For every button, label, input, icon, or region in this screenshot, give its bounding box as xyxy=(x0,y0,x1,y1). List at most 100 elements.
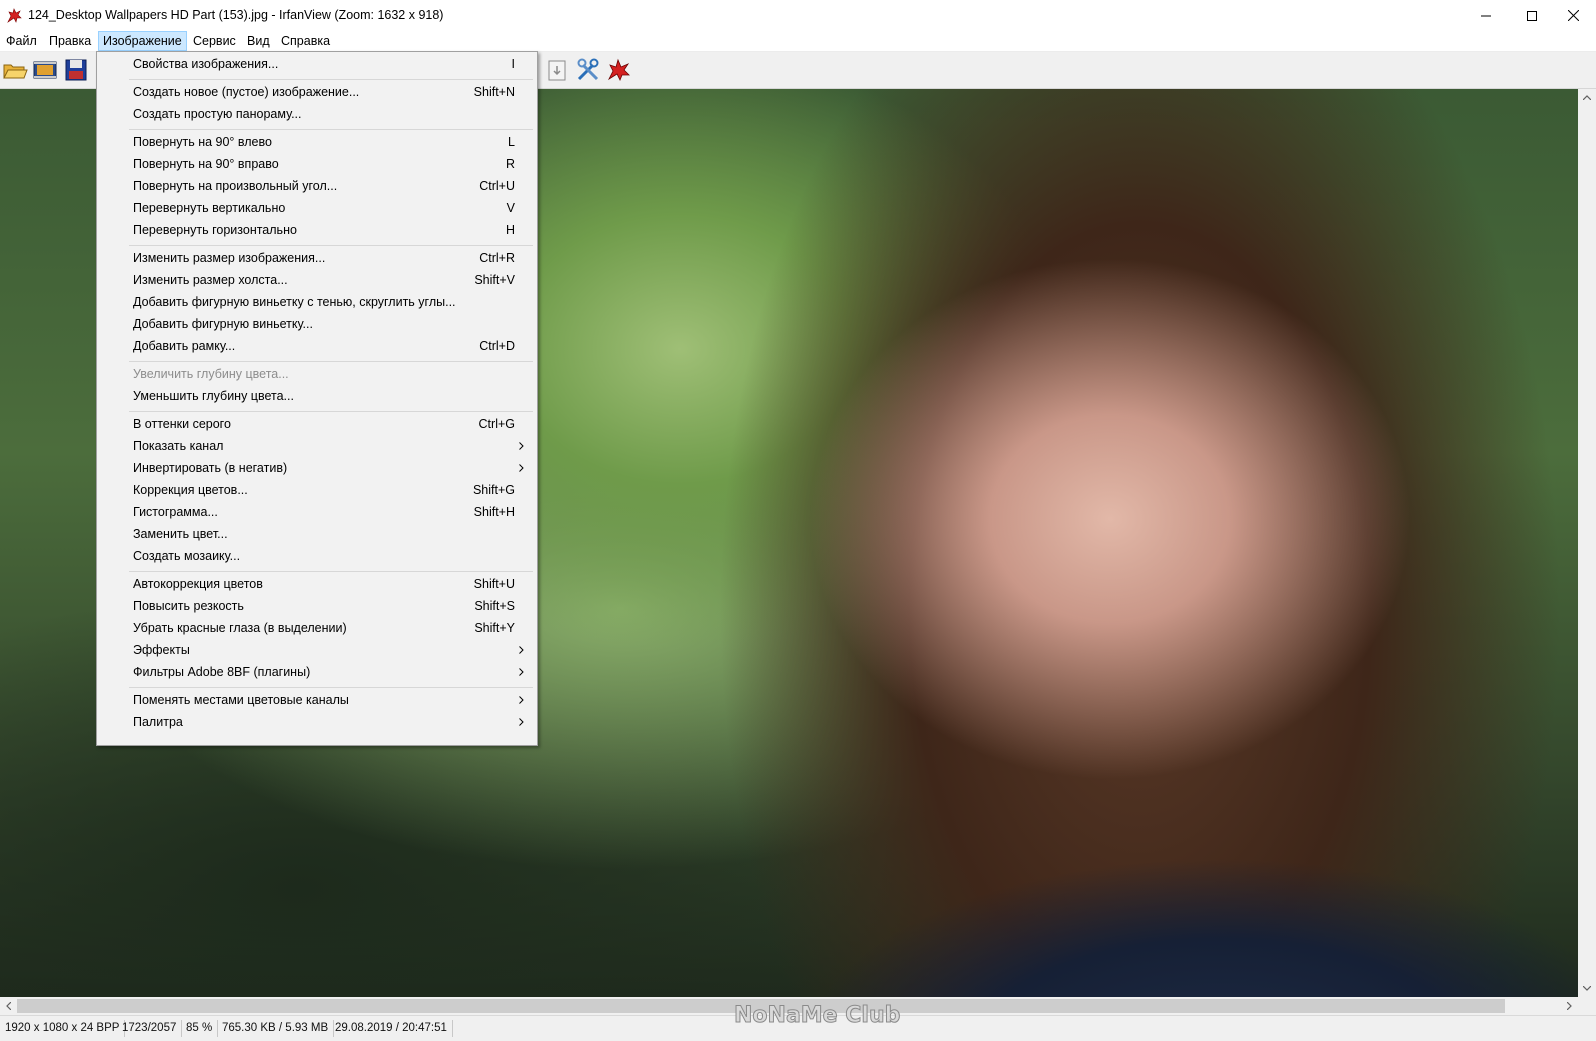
save-icon[interactable] xyxy=(63,57,89,83)
menu-item-label: Перевернуть вертикально xyxy=(133,201,286,215)
menu-image[interactable]: Изображение xyxy=(98,31,187,51)
image-menu-item[interactable]: Изменить размер изображения... Ctrl+R xyxy=(99,247,535,269)
image-menu-item[interactable]: Создать новое (пустое) изображение... Shi… xyxy=(99,81,535,103)
minimize-button[interactable] xyxy=(1463,0,1509,31)
menu-item-label: Повернуть на 90° влево xyxy=(133,135,272,149)
menu-item-shortcut: Ctrl+R xyxy=(479,251,515,265)
menu-item-shortcut: Shift+V xyxy=(474,273,515,287)
slideshow-icon[interactable] xyxy=(32,57,58,83)
image-menu-item[interactable]: Гистограмма... Shift+H xyxy=(99,501,535,523)
image-menu-item[interactable]: Заменить цвет... xyxy=(99,523,535,545)
image-menu-item[interactable]: В оттенки серого Ctrl+G xyxy=(99,413,535,435)
menu-item-label: Автокоррекция цветов xyxy=(133,577,263,591)
menu-item-label: Повернуть на произвольный угол... xyxy=(133,179,338,193)
scroll-left-button[interactable] xyxy=(0,997,17,1015)
image-menu-item[interactable]: Повернуть на произвольный угол... Ctrl+U xyxy=(99,175,535,197)
image-menu-item[interactable]: Убрать красные глаза (в выделении) Shift+… xyxy=(99,617,535,639)
irfanview-app-icon[interactable] xyxy=(6,7,23,24)
window-title: 124_Desktop Wallpapers HD Part (153).jpg… xyxy=(28,8,444,22)
menu-item-label: Палитра xyxy=(133,715,183,729)
image-menu-item[interactable]: Создать простую панораму... xyxy=(99,103,535,125)
status-datetime: 29.08.2019 / 20:47:51 xyxy=(330,1020,453,1037)
image-menu-item[interactable]: Создать мозаику... xyxy=(99,545,535,567)
menu-tools[interactable]: Сервис xyxy=(189,32,240,50)
image-menu-item[interactable]: Изменить размер холста... Shift+V xyxy=(99,269,535,291)
submenu-arrow-icon xyxy=(517,711,525,733)
submenu-arrow-icon xyxy=(517,689,525,711)
image-menu-item[interactable]: Добавить рамку... Ctrl+D xyxy=(99,335,535,357)
menu-bar: Файл Правка Изображение Сервис Вид Справ… xyxy=(0,31,1596,52)
irfanview-logo-icon[interactable] xyxy=(606,57,632,83)
menu-item-label: Повысить резкость xyxy=(133,599,244,613)
menu-edit[interactable]: Правка xyxy=(45,32,95,50)
image-menu-item[interactable]: Фильтры Adobe 8BF (плагины) xyxy=(99,661,535,683)
scroll-right-button[interactable] xyxy=(1561,997,1578,1015)
menu-item-label: Перевернуть горизонтально xyxy=(133,223,297,237)
image-menu-item[interactable]: Инвертировать (в негатив) xyxy=(99,457,535,479)
image-menu-item: Увеличить глубину цвета... xyxy=(99,363,535,385)
image-menu-item[interactable]: Уменьшить глубину цвета... xyxy=(99,385,535,407)
menu-separator xyxy=(129,411,533,412)
image-menu-item[interactable]: Добавить фигурную виньетку с тенью, скру… xyxy=(99,291,535,313)
status-index: 1723/2057 xyxy=(117,1020,183,1037)
menu-item-shortcut: V xyxy=(506,201,515,215)
scroll-down-button[interactable] xyxy=(1578,980,1596,997)
vertical-scrollbar[interactable] xyxy=(1578,89,1596,997)
submenu-arrow-icon xyxy=(517,435,525,457)
menu-item-label: Уменьшить глубину цвета... xyxy=(133,389,294,403)
menu-item-label: Заменить цвет... xyxy=(133,527,228,541)
tools-icon[interactable] xyxy=(575,57,601,83)
menu-file[interactable]: Файл xyxy=(2,32,41,50)
menu-item-label: Изменить размер изображения... xyxy=(133,251,326,265)
menu-item-label: Свойства изображения... xyxy=(133,57,279,71)
menu-item-label: Создать новое (пустое) изображение... xyxy=(133,85,360,99)
menu-view[interactable]: Вид xyxy=(243,32,274,50)
image-menu-item[interactable]: Коррекция цветов... Shift+G xyxy=(99,479,535,501)
chevron-left-icon xyxy=(6,1002,11,1010)
menu-item-label: Добавить рамку... xyxy=(133,339,236,353)
image-menu-item[interactable]: Эффекты xyxy=(99,639,535,661)
menu-item-shortcut: H xyxy=(505,223,515,237)
status-filesize: 765.30 KB / 5.93 MB xyxy=(217,1020,335,1037)
status-dimensions: 1920 x 1080 x 24 BPP xyxy=(0,1020,126,1037)
image-menu-item[interactable]: Палитра xyxy=(99,711,535,733)
image-menu-item[interactable]: Перевернуть вертикально V xyxy=(99,197,535,219)
menu-item-shortcut: Shift+H xyxy=(473,505,515,519)
close-button[interactable] xyxy=(1550,0,1596,31)
menu-item-shortcut: Ctrl+D xyxy=(479,339,515,353)
menu-item-label: Поменять местами цветовые каналы xyxy=(133,693,349,707)
menu-item-label: Добавить фигурную виньетку... xyxy=(133,317,313,331)
photo-region xyxy=(820,859,1578,997)
menu-item-shortcut: L xyxy=(508,135,515,149)
image-menu-item[interactable]: Повысить резкость Shift+S xyxy=(99,595,535,617)
menu-item-shortcut: Shift+N xyxy=(473,85,515,99)
image-menu-item[interactable]: Автокоррекция цветов Shift+U xyxy=(99,573,535,595)
menu-separator xyxy=(129,79,533,80)
menu-item-label: Повернуть на 90° вправо xyxy=(133,157,279,171)
page-icon[interactable] xyxy=(544,57,570,83)
image-menu-item[interactable]: Поменять местами цветовые каналы xyxy=(99,689,535,711)
image-menu-item[interactable]: Повернуть на 90° вправо R xyxy=(99,153,535,175)
title-bar[interactable]: 124_Desktop Wallpapers HD Part (153).jpg… xyxy=(0,0,1596,31)
menu-help[interactable]: Справка xyxy=(277,32,334,50)
menu-item-shortcut: I xyxy=(511,57,515,71)
open-folder-icon[interactable] xyxy=(2,57,28,83)
image-menu-item[interactable]: Перевернуть горизонтально H xyxy=(99,219,535,241)
image-menu-item[interactable]: Свойства изображения... I xyxy=(99,53,535,75)
menu-item-label: В оттенки серого xyxy=(133,417,231,431)
menu-item-label: Эффекты xyxy=(133,643,190,657)
menu-item-label: Показать канал xyxy=(133,439,224,453)
menu-item-shortcut: Ctrl+U xyxy=(479,179,515,193)
menu-item-shortcut: Ctrl+G xyxy=(478,417,515,431)
image-menu-item[interactable]: Повернуть на 90° влево L xyxy=(99,131,535,153)
menu-item-shortcut: Shift+S xyxy=(474,599,515,613)
image-menu-item[interactable]: Показать канал xyxy=(99,435,535,457)
image-menu-item[interactable]: Добавить фигурную виньетку... xyxy=(99,313,535,335)
menu-separator xyxy=(129,361,533,362)
menu-item-label: Создать простую панораму... xyxy=(133,107,302,121)
scroll-up-button[interactable] xyxy=(1578,89,1596,106)
menu-separator xyxy=(129,245,533,246)
maximize-button[interactable] xyxy=(1509,0,1555,31)
status-zoom: 85 % xyxy=(181,1020,219,1037)
menu-item-shortcut: R xyxy=(505,157,515,171)
